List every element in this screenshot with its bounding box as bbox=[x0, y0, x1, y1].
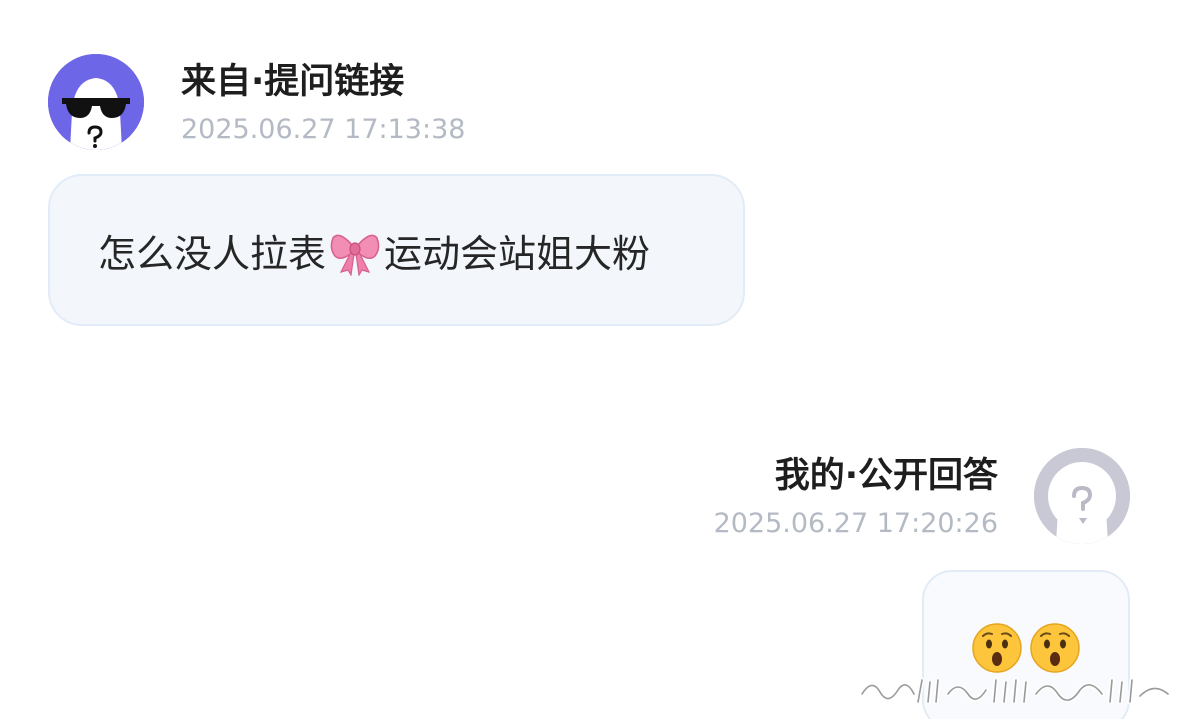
answer-source-label: 我的·公开回答 bbox=[774, 456, 998, 496]
responder-avatar[interactable] bbox=[1034, 448, 1130, 544]
asker-avatar[interactable] bbox=[48, 54, 144, 150]
question-text-part-1: 怎么没人拉表 bbox=[98, 231, 327, 276]
anonymous-question-icon bbox=[1034, 448, 1130, 544]
answer-emoji-row bbox=[971, 622, 1081, 674]
answer-timestamp: 2025.06.27 17:20:26 bbox=[713, 508, 998, 539]
hushed-face-emoji-icon bbox=[972, 623, 1022, 673]
question-bubble[interactable]: 怎么没人拉表 运动会站姐大粉 bbox=[48, 174, 745, 326]
question-text-part-2: 运动会站姐大粉 bbox=[384, 231, 651, 276]
question-timestamp: 2025.06.27 17:13:38 bbox=[181, 114, 466, 145]
scribble-watermark bbox=[859, 677, 1171, 705]
question-header: 来自·提问链接 2025.06.27 17:13:38 bbox=[181, 58, 465, 148]
question-source-label: 来自·提问链接 bbox=[181, 62, 405, 102]
bow-emoji-icon bbox=[330, 234, 380, 276]
answer-header: 我的·公开回答 2025.06.27 17:20:26 bbox=[714, 452, 998, 542]
anonymous-sunglasses-icon bbox=[48, 54, 144, 150]
hushed-face-emoji-icon bbox=[1030, 623, 1080, 673]
chat-view: 来自·提问链接 2025.06.27 17:13:38 怎么没人拉表 运动会站姐… bbox=[0, 0, 1179, 719]
question-text: 怎么没人拉表 运动会站姐大粉 bbox=[98, 223, 650, 278]
